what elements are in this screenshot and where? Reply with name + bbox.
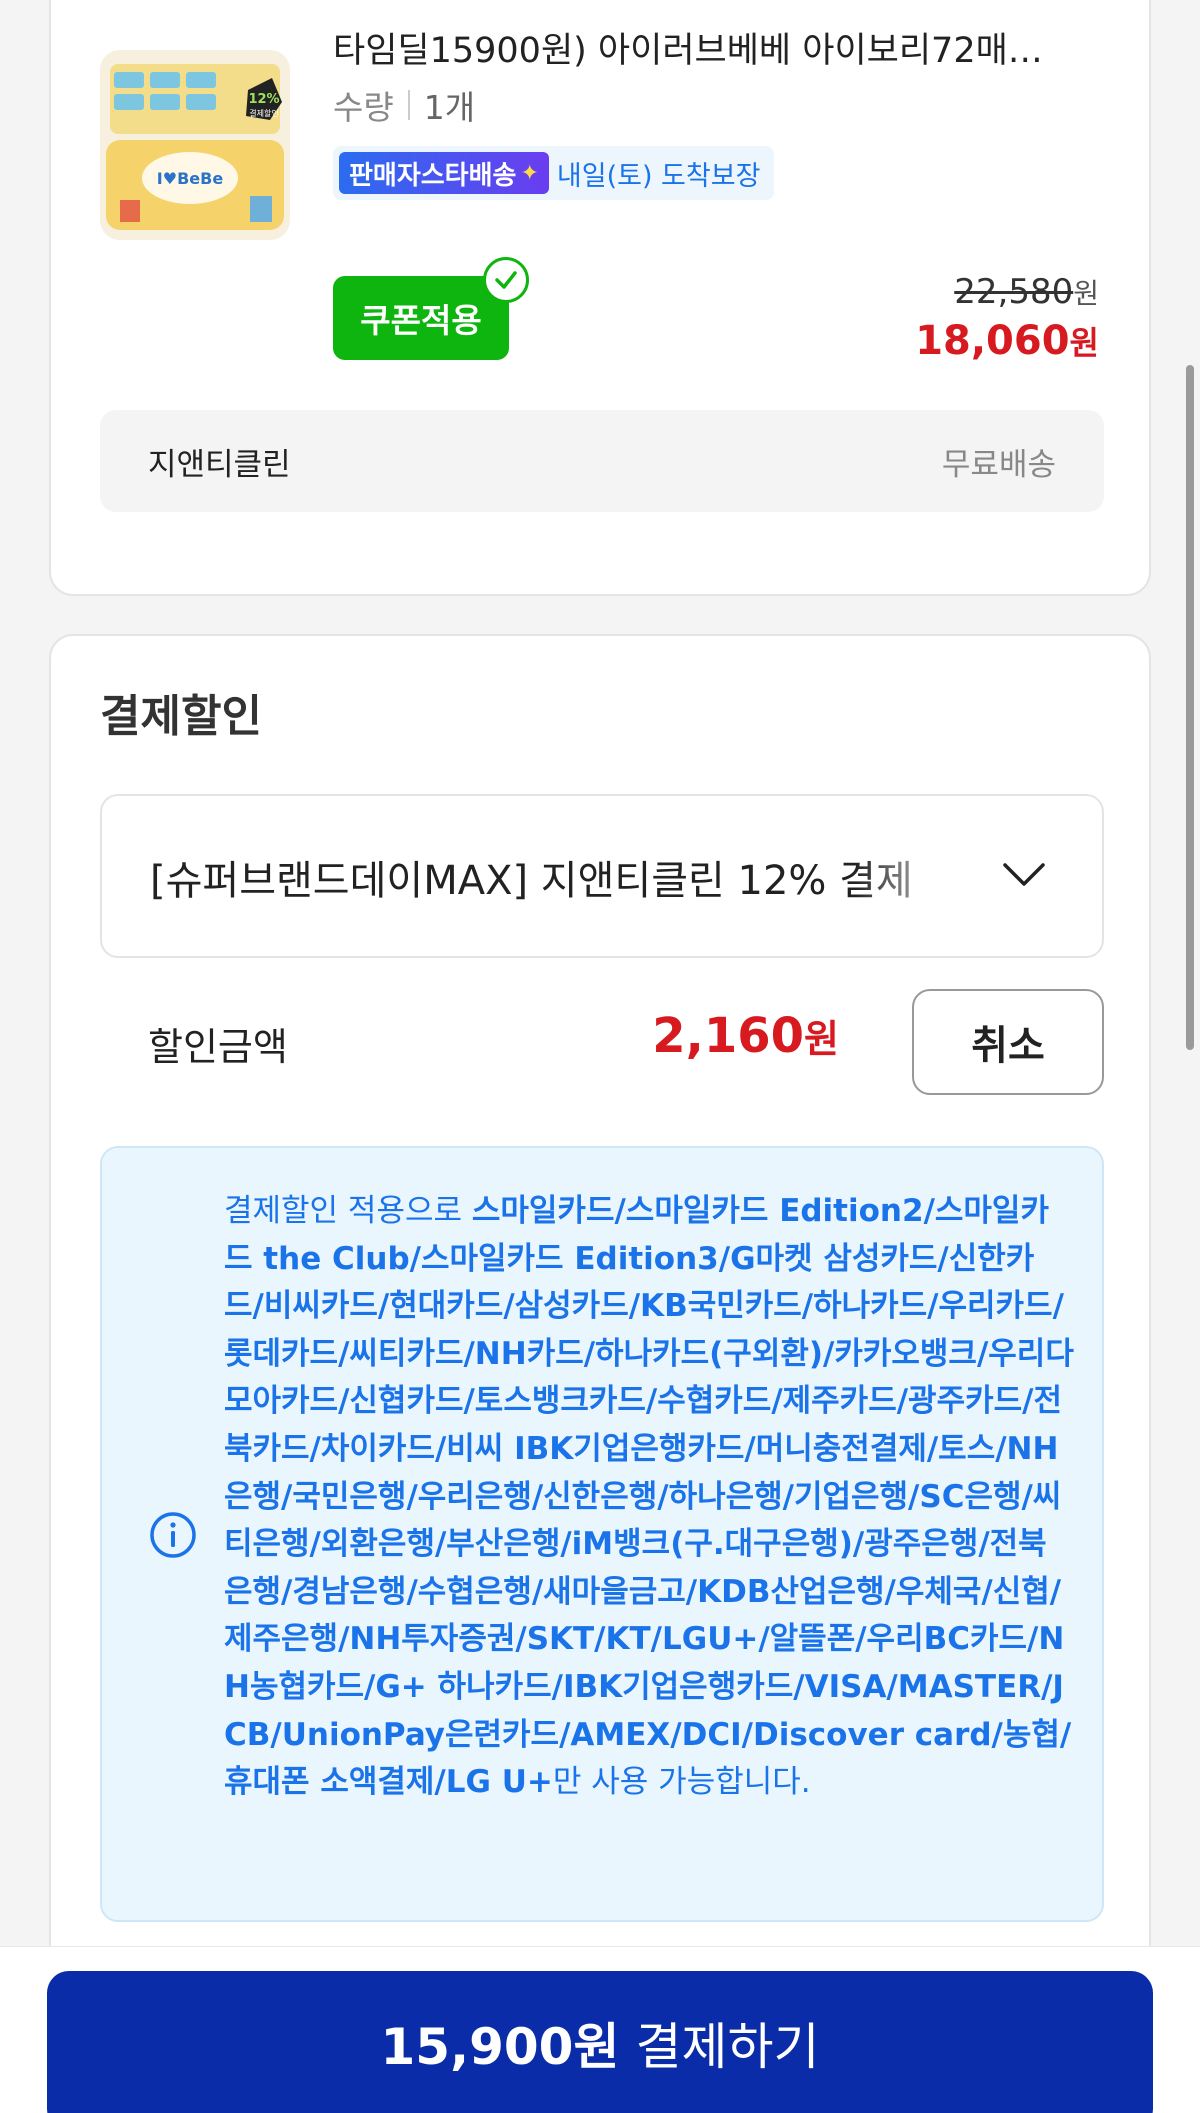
payment-discount-card: 결제할인 [슈퍼브랜드데이MAX] 지앤티클린 12% 결제 할인금액 2,16… xyxy=(49,634,1151,2113)
coupon-applied-button[interactable]: 쿠폰적용 xyxy=(333,276,509,360)
eligible-payment-methods: 결제할인 적용으로 스마일카드/스마일카드 Edition2/스마일카드 the… xyxy=(224,1188,1074,1807)
discount-amount: 2,160원 xyxy=(652,1008,839,1064)
pay-label: 결제하기 xyxy=(635,2018,820,2076)
cancel-discount-button[interactable]: 취소 xyxy=(912,989,1104,1095)
svg-text:결제할인: 결제할인 xyxy=(249,108,278,118)
seller-name[interactable]: 지앤티클린 xyxy=(148,439,291,484)
info-card-list: 스마일카드/스마일카드 Edition2/스마일카드 the Club/스마일카… xyxy=(224,1193,1074,1801)
original-price-unit: 원 xyxy=(1073,277,1099,310)
svg-text:12%: 12% xyxy=(248,92,279,107)
chevron-down-icon xyxy=(1003,863,1045,886)
selected-discount-option: [슈퍼브랜드데이MAX] 지앤티클린 12% 결제 xyxy=(150,858,913,904)
product-title[interactable]: 타임딜15900원) 아이러브베베 아이보리72매… xyxy=(333,22,1113,73)
scrollbar-thumb[interactable] xyxy=(1186,365,1194,1050)
discount-select[interactable]: [슈퍼브랜드데이MAX] 지앤티클린 12% 결제 xyxy=(100,794,1104,958)
check-circle-icon xyxy=(483,257,529,303)
info-circle-icon xyxy=(150,1512,196,1558)
final-price-unit: 원 xyxy=(1069,324,1099,362)
original-price: 22,580원 xyxy=(954,272,1099,312)
quantity-label: 수량 xyxy=(333,88,394,127)
delivery-date-text: 내일(토) 도착보장 xyxy=(556,160,761,192)
original-price-value: 22,580 xyxy=(954,272,1074,312)
svg-text:I♥BeBe: I♥BeBe xyxy=(157,169,224,188)
discount-amount-value: 2,160 xyxy=(652,1008,805,1064)
pay-button[interactable]: 15,900원 결제하기 xyxy=(47,1971,1153,2113)
info-suffix: 만 사용 가능합니다. xyxy=(552,1764,811,1801)
final-price: 18,060원 xyxy=(915,318,1099,364)
seller-shipping-row: 지앤티클린 무료배송 xyxy=(100,410,1104,512)
pay-amount: 15,900원 xyxy=(380,2018,620,2076)
discount-info-notice: 결제할인 적용으로 스마일카드/스마일카드 Edition2/스마일카드 the… xyxy=(100,1146,1104,1922)
sparkle-icon: ✦ xyxy=(520,160,539,186)
section-title: 결제할인 xyxy=(100,691,262,742)
checkout-page: 12% 결제할인 I♥BeBe 타임딜15900원) 아이러브베베 아이보리72… xyxy=(0,0,1200,2113)
discount-amount-unit: 원 xyxy=(804,1017,839,1061)
delivery-guarantee: 판매자스타배송 ✦ 내일(토) 도착보장 xyxy=(333,146,775,200)
info-prefix: 결제할인 적용으로 xyxy=(224,1193,472,1229)
delivery-fee: 무료배송 xyxy=(941,446,1056,483)
scrollbar-track[interactable] xyxy=(1186,0,1196,2113)
product-image: 12% 결제할인 I♥BeBe xyxy=(100,50,290,240)
checkout-bar: 15,900원 결제하기 xyxy=(0,1946,1200,2113)
discount-amount-label: 할인금액 xyxy=(148,1025,288,1069)
seller-star-delivery-badge: 판매자스타배송 ✦ xyxy=(339,152,549,194)
quantity-value: 1개 xyxy=(423,88,476,127)
divider xyxy=(407,90,410,120)
final-price-value: 18,060 xyxy=(915,318,1070,364)
order-item-card: 12% 결제할인 I♥BeBe 타임딜15900원) 아이러브베베 아이보리72… xyxy=(49,0,1151,596)
quantity-row: 수량 1개 xyxy=(333,81,475,129)
product-thumbnail[interactable]: 12% 결제할인 I♥BeBe xyxy=(100,50,290,240)
seller-badge-label: 판매자스타배송 xyxy=(349,160,517,191)
